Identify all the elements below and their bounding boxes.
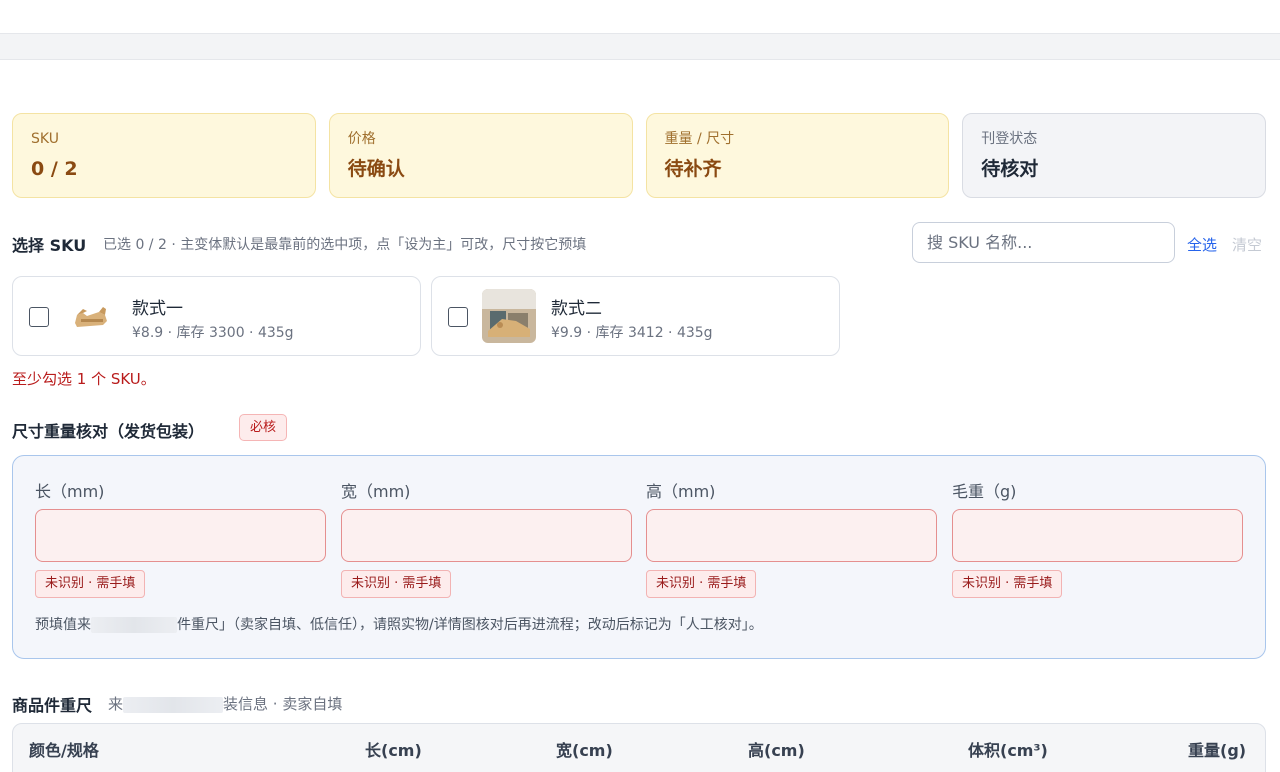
column-header: 宽(cm) (556, 741, 613, 760)
summary-label: 重量 / 尺寸 (664, 131, 735, 147)
sku-meta: ¥9.9 · 库存 3412 · 435g (551, 325, 713, 341)
sku-name: 款式一 (132, 299, 183, 319)
sku-checkbox[interactable] (29, 307, 49, 327)
summary-value: 待核对 (981, 158, 1039, 180)
unrecognized-tag: 未识别 · 需手填 (952, 570, 1063, 598)
field-label: 毛重（g) (952, 482, 1017, 501)
sub-suffix: 装信息 · 卖家自填 (223, 695, 343, 713)
sku-card-2[interactable]: 款式二 ¥9.9 · 库存 3412 · 435g (431, 276, 840, 356)
column-header: 高(cm) (748, 741, 805, 760)
summary-cards: SKU 0 / 2 价格 待确认 重量 / 尺寸 待补齐 刊登状态 待核对 (12, 113, 1266, 198)
sku-error-message: 至少勾选 1 个 SKU。 (12, 370, 156, 388)
top-bar (0, 0, 1280, 34)
column-header: 体积(cm³) (968, 741, 1048, 760)
note-prefix: 预填值来 (35, 617, 91, 633)
column-header: 长(cm) (365, 741, 422, 760)
required-badge: 必核 (239, 414, 288, 441)
sku-checkbox[interactable] (448, 307, 468, 327)
sku-meta: ¥8.9 · 库存 3300 · 435g (132, 325, 294, 341)
summary-card-listing-status: 刊登状态 待核对 (962, 113, 1266, 198)
size-weight-title: 尺寸重量核对（发货包装） (12, 422, 205, 441)
column-header: 重量(g) (1188, 741, 1247, 760)
unrecognized-tag: 未识别 · 需手填 (646, 570, 757, 598)
summary-value: 待补齐 (664, 158, 722, 180)
column-header: 颜色/规格 (29, 741, 99, 760)
unrecognized-tag: 未识别 · 需手填 (341, 570, 452, 598)
sku-name: 款式二 (551, 299, 602, 319)
field-label: 高（mm) (646, 482, 716, 501)
sub-prefix: 来 (108, 695, 124, 713)
gross-weight-input[interactable] (952, 509, 1243, 562)
summary-value: 0 / 2 (31, 158, 78, 180)
summary-label: SKU (31, 131, 59, 147)
redacted-text (91, 617, 177, 633)
redacted-text (123, 696, 224, 713)
summary-label: 刊登状态 (981, 131, 1038, 147)
sku-thumbnail-image (63, 289, 117, 343)
summary-card-weight-size: 重量 / 尺寸 待补齐 (645, 113, 950, 198)
sku-card-1[interactable]: 款式一 ¥8.9 · 库存 3300 · 435g (12, 276, 421, 356)
size-weight-panel: 长（mm) 未识别 · 需手填 宽（mm) 未识别 · 需手填 高（mm) 未识… (12, 455, 1266, 659)
sub-bar (0, 34, 1280, 60)
note-suffix: 件重尺」（卖家自填、低信任），请照实物/详情图核对后再进流程；改动后标记为「人工… (177, 617, 763, 633)
goods-dims-subtitle: 来 装信息 · 卖家自填 (108, 693, 342, 714)
field-label: 宽（mm) (341, 482, 411, 501)
goods-dims-title: 商品件重尺 (12, 696, 93, 715)
select-sku-title: 选择 SKU (12, 236, 87, 255)
length-field: 长（mm) 未识别 · 需手填 (35, 478, 326, 598)
field-label: 长（mm) (35, 482, 105, 501)
clear-link[interactable]: 清空 (1232, 234, 1262, 255)
summary-card-sku: SKU 0 / 2 (12, 113, 316, 198)
summary-label: 价格 (347, 131, 376, 147)
length-input[interactable] (35, 509, 326, 562)
height-input[interactable] (646, 509, 937, 562)
goods-dims-table: 颜色/规格 长(cm) 宽(cm) 高(cm) 体积(cm³) 重量(g) (12, 723, 1266, 772)
select-all-link[interactable]: 全选 (1187, 234, 1217, 255)
unrecognized-tag: 未识别 · 需手填 (35, 570, 146, 598)
sku-thumbnail-image (482, 289, 536, 343)
summary-card-price: 价格 待确认 (328, 113, 633, 198)
sku-search-input[interactable] (912, 222, 1175, 263)
height-field: 高（mm) 未识别 · 需手填 (646, 478, 937, 598)
gross-weight-field: 毛重（g) 未识别 · 需手填 (952, 478, 1243, 598)
width-input[interactable] (341, 509, 632, 562)
summary-value: 待确认 (347, 158, 405, 180)
width-field: 宽（mm) 未识别 · 需手填 (341, 478, 632, 598)
select-sku-hint: 已选 0 / 2 · 主变体默认是最靠前的选中项，点「设为主」可改，尺寸按它预填 (103, 237, 587, 253)
prefill-note: 预填值来 件重尺」（卖家自填、低信任），请照实物/详情图核对后再进流程；改动后标记… (35, 614, 763, 634)
